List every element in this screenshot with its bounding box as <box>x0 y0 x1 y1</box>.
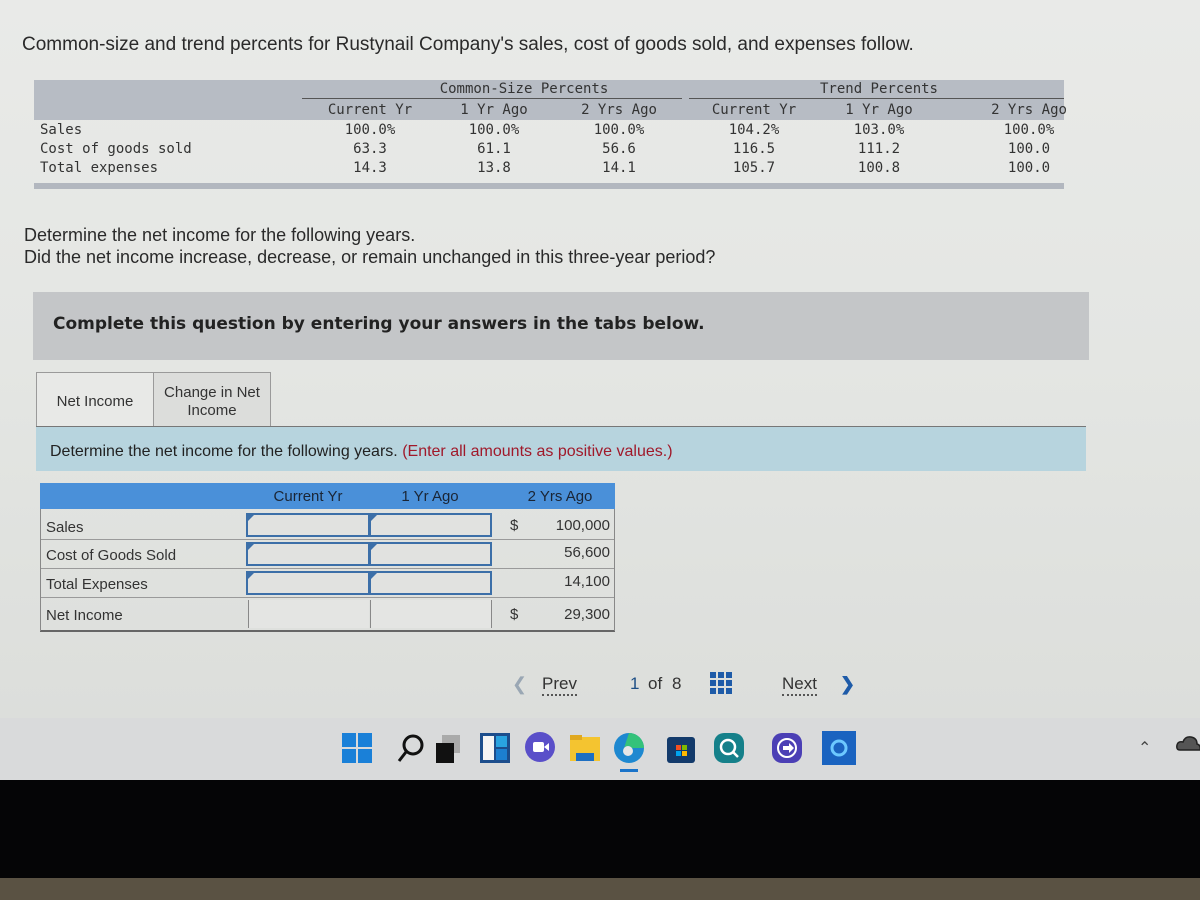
row-label: Total expenses <box>40 160 159 176</box>
row-label: Total Expenses <box>46 576 148 593</box>
table-cell: 100.0% <box>468 122 520 138</box>
table-cell: 14.1 <box>602 160 636 176</box>
col-header-current-yr: Current Yr <box>273 488 343 505</box>
table-cell: 104.2% <box>728 122 780 138</box>
col-header: Current Yr <box>327 102 413 118</box>
task-view-icon[interactable] <box>432 731 466 765</box>
taskbar: ⌃ <box>0 718 1200 780</box>
phone-link-icon[interactable] <box>770 731 804 765</box>
table-row: Total Expenses 14,100 <box>40 569 615 598</box>
next-button[interactable]: Next <box>782 674 817 696</box>
grid-view-icon[interactable] <box>710 672 732 694</box>
widgets-icon[interactable] <box>478 731 512 765</box>
table-border <box>40 509 41 631</box>
pagination: ❮ Prev 1 of 8 Next ❯ <box>510 672 870 702</box>
row-label: Cost of Goods Sold <box>46 547 177 564</box>
search-icon[interactable] <box>394 731 428 765</box>
col-header-1-yr-ago: 1 Yr Ago <box>401 488 459 505</box>
table-cell: 14.3 <box>353 160 387 176</box>
tab-net-income[interactable]: Net Income <box>36 372 154 431</box>
tab-label: Change in Net Income <box>164 384 260 419</box>
row-label: Sales <box>40 122 83 138</box>
sales-current-yr-input[interactable] <box>246 513 370 537</box>
next-chevron-icon[interactable]: ❯ <box>840 674 855 695</box>
table-cell: 61.1 <box>477 141 511 157</box>
percents-table: Common-Size Percents Trend Percents Curr… <box>34 80 1067 190</box>
table-cell: 63.3 <box>353 141 387 157</box>
instructions-banner: Complete this question by entering your … <box>33 292 1089 360</box>
table-cell: 100.0% <box>1003 122 1055 138</box>
table-row: Sales $ 100,000 <box>40 511 615 540</box>
table-cell: 100.0 <box>1007 141 1051 157</box>
col-header: Current Yr <box>711 102 797 118</box>
table-cell: 100.8 <box>857 160 901 176</box>
question-2: Did the net income increase, decrease, o… <box>24 247 716 267</box>
banner-text: Complete this question by entering your … <box>53 314 705 334</box>
table-cell: 100.0% <box>593 122 645 138</box>
row-label: Net Income <box>46 607 123 624</box>
current-page: 1 <box>630 674 640 693</box>
net-income-current-yr-cell <box>248 600 369 628</box>
col-header: 2 Yrs Ago <box>581 102 657 118</box>
table-cell: 100.0% <box>344 122 396 138</box>
problem-intro: Common-size and trend percents for Rusty… <box>22 34 914 55</box>
table-cell: 100.0 <box>1007 160 1051 176</box>
cogs-1-yr-ago-input[interactable] <box>369 542 492 566</box>
table-row: Net Income $ 29,300 <box>40 598 615 632</box>
prev-chevron-icon[interactable]: ❮ <box>512 674 527 695</box>
onedrive-cloud-icon[interactable] <box>1176 734 1200 757</box>
file-explorer-icon[interactable] <box>568 731 602 765</box>
instruction-text: Determine the net income for the followi… <box>50 443 398 460</box>
table-cell: 103.0% <box>853 122 905 138</box>
trend-title: Trend Percents <box>819 81 938 97</box>
tab-instruction-bar: Determine the net income for the followi… <box>36 426 1086 471</box>
table-cell: 111.2 <box>857 141 901 157</box>
total-pages: 8 <box>672 674 682 693</box>
cogs-current-yr-input[interactable] <box>246 542 370 566</box>
microsoft-store-icon[interactable] <box>664 731 698 765</box>
question-1: Determine the net income for the followi… <box>24 225 416 245</box>
monitor-bezel <box>0 780 1200 880</box>
table-cell: 13.8 <box>477 160 511 176</box>
table-cell: 56.6 <box>602 141 636 157</box>
tab-label: Net Income <box>56 393 134 410</box>
active-app-indicator <box>620 769 638 772</box>
prev-button[interactable]: Prev <box>542 674 577 696</box>
common-size-title: Common-Size Percents <box>439 81 609 97</box>
row-label: Sales <box>46 519 84 536</box>
table-cell: 105.7 <box>732 160 776 176</box>
table-row: Cost of Goods Sold 56,600 <box>40 540 615 569</box>
trend-rule <box>689 98 1064 99</box>
col-header: 1 Yr Ago <box>845 102 913 118</box>
row-label: Cost of goods sold <box>40 141 192 157</box>
page-of-label: of <box>648 674 663 693</box>
expenses-current-yr-input[interactable] <box>246 571 370 595</box>
expenses-2-yrs-ago-value: 14,100 <box>564 573 610 590</box>
desk-surface <box>0 878 1200 900</box>
sales-1-yr-ago-input[interactable] <box>369 513 492 537</box>
tab-change-in-net-income[interactable]: Change in Net Income <box>153 372 271 431</box>
search-app-icon[interactable] <box>712 731 746 765</box>
show-hidden-icons-chevron-icon[interactable]: ⌃ <box>1138 738 1151 758</box>
instruction-note: (Enter all amounts as positive values.) <box>402 443 673 460</box>
table-border <box>614 509 615 631</box>
col-header: 2 Yrs Ago <box>991 102 1067 118</box>
answer-table: Current Yr 1 Yr Ago 2 Yrs Ago Sales $ 10… <box>40 483 615 633</box>
net-income-1-yr-ago-cell <box>370 600 492 628</box>
windows-start-icon[interactable] <box>340 731 374 765</box>
expenses-1-yr-ago-input[interactable] <box>369 571 492 595</box>
edge-browser-icon[interactable] <box>612 731 646 772</box>
table-bottom-band <box>34 183 1064 189</box>
teams-chat-icon[interactable] <box>523 731 557 765</box>
question-text: Determine the net income for the followi… <box>24 224 715 268</box>
table-cell: 116.5 <box>732 141 776 157</box>
cortana-icon[interactable] <box>822 731 856 765</box>
common-size-rule <box>302 98 682 99</box>
cogs-2-yrs-ago-value: 56,600 <box>564 544 610 561</box>
col-header-2-yrs-ago: 2 Yrs Ago <box>527 488 593 505</box>
col-header: 1 Yr Ago <box>460 102 528 118</box>
net-income-2-yrs-ago-value: 29,300 <box>564 606 610 623</box>
sales-2-yrs-ago-value: 100,000 <box>555 517 610 534</box>
